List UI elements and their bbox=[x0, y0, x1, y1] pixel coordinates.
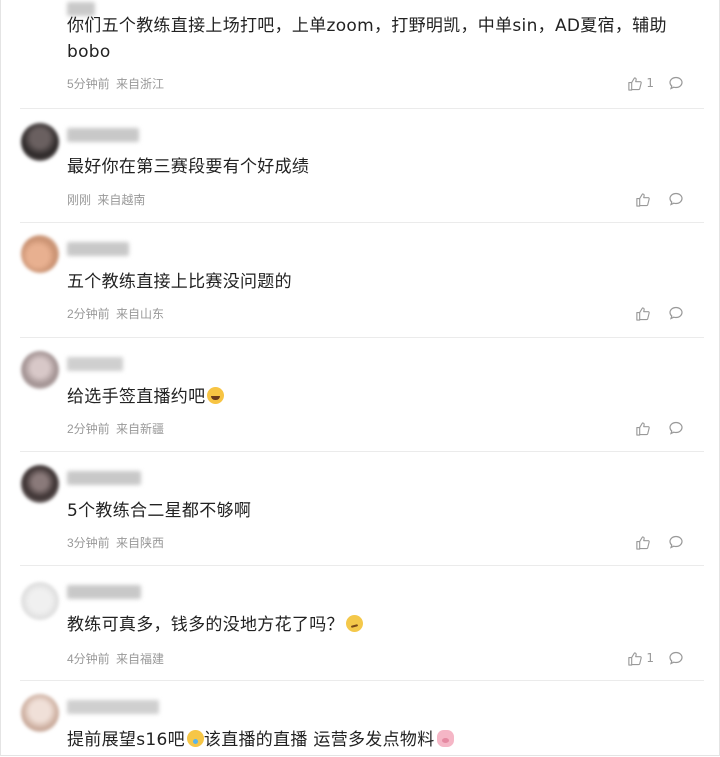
comment-location: 来自福建 bbox=[116, 652, 165, 666]
thumbs-up-icon bbox=[636, 192, 650, 207]
comment-item: 五个教练直接上比赛没问题的 2分钟前 来自山东 bbox=[0, 223, 720, 338]
comment-text-content: 给选手签直播约吧 bbox=[67, 387, 206, 407]
comment-meta: 刚刚 来自越南 bbox=[67, 191, 145, 208]
username-blurred[interactable] bbox=[67, 471, 141, 485]
avatar[interactable] bbox=[21, 123, 59, 161]
comment-text-content: 提前展望s16吧 bbox=[67, 730, 185, 750]
like-button[interactable]: 1 bbox=[627, 75, 654, 91]
comment-item: 给选手签直播约吧 2分钟前 来自新疆 bbox=[0, 338, 720, 452]
laughing-emoji-icon bbox=[207, 387, 225, 404]
comment-location: 来自陕西 bbox=[116, 536, 165, 550]
avatar[interactable] bbox=[21, 351, 59, 389]
username-blurred[interactable] bbox=[67, 700, 159, 714]
comment-meta: 2分钟前 来自山东 bbox=[67, 305, 164, 322]
comment-bubble-icon bbox=[669, 192, 683, 206]
reply-button[interactable] bbox=[668, 305, 684, 321]
reply-button[interactable] bbox=[668, 534, 684, 550]
comment-time: 3分钟前 bbox=[67, 536, 110, 550]
avatar[interactable] bbox=[21, 465, 59, 503]
avatar[interactable] bbox=[21, 582, 59, 620]
username-blurred[interactable] bbox=[67, 357, 123, 371]
comment-text: 最好你在第三赛段要有个好成绩 bbox=[67, 157, 310, 177]
reply-button[interactable] bbox=[668, 75, 684, 91]
reply-button[interactable] bbox=[668, 420, 684, 436]
comment-meta: 3分钟前 来自陕西 bbox=[67, 534, 164, 551]
thumbs-up-icon bbox=[628, 651, 643, 666]
comment-location: 来自新疆 bbox=[116, 422, 165, 436]
comment-text-content: 该直播的直播 运营多发点物料 bbox=[203, 730, 435, 750]
comment-meta: 2分钟前 来自新疆 bbox=[67, 420, 164, 437]
comment-location: 来自浙江 bbox=[116, 77, 165, 91]
drool-emoji-icon bbox=[186, 730, 204, 747]
comment-item: 教练可真多，钱多的没地方花了吗？ 4分钟前 来自福建 1 bbox=[0, 566, 720, 681]
comment-location: 来自山东 bbox=[116, 307, 165, 321]
comment-bubble-icon bbox=[669, 421, 683, 435]
username-blurred[interactable] bbox=[67, 128, 139, 142]
comment-bubble-icon bbox=[669, 535, 683, 549]
pig-emoji-icon bbox=[436, 730, 454, 747]
username-blurred[interactable] bbox=[67, 242, 129, 256]
comment-location: 来自越南 bbox=[97, 193, 146, 207]
comment-text-content: 教练可真多，钱多的没地方花了吗？ bbox=[67, 615, 344, 635]
like-button[interactable] bbox=[635, 420, 654, 436]
reply-button[interactable] bbox=[668, 191, 684, 207]
comment-time: 2分钟前 bbox=[67, 422, 110, 436]
username-blurred[interactable] bbox=[67, 585, 141, 599]
comment-text: 提前展望s16吧 该直播的直播 运营多发点物料 bbox=[67, 727, 690, 753]
thumbs-up-icon bbox=[636, 421, 650, 436]
avatar[interactable] bbox=[21, 694, 59, 732]
like-count: 1 bbox=[646, 651, 654, 665]
comment-meta: 4分钟前 来自福建 bbox=[67, 650, 164, 667]
comment-time: 4分钟前 bbox=[67, 652, 110, 666]
comment-item: 5个教练合二星都不够啊 3分钟前 来自陕西 bbox=[0, 452, 720, 566]
like-button[interactable] bbox=[635, 534, 654, 550]
comment-item: 提前展望s16吧 该直播的直播 运营多发点物料 bbox=[0, 681, 720, 757]
like-count: 1 bbox=[646, 76, 654, 90]
comment-text: 你们五个教练直接上场打吧，上单zoom，打野明凯，中单sin，AD夏宿，辅助bo… bbox=[67, 16, 667, 62]
comment-text: 教练可真多，钱多的没地方花了吗？ bbox=[67, 612, 690, 638]
comment-text: 给选手签直播约吧 bbox=[67, 384, 690, 410]
comment-item: 你们五个教练直接上场打吧，上单zoom，打野明凯，中单sin，AD夏宿，辅助bo… bbox=[0, 0, 720, 109]
comment-bubble-icon bbox=[669, 306, 683, 320]
thumbs-up-icon bbox=[636, 535, 650, 550]
comment-meta: 5分钟前 来自浙江 bbox=[67, 75, 164, 92]
comment-time: 5分钟前 bbox=[67, 77, 110, 91]
thumbs-up-icon bbox=[636, 306, 650, 321]
comment-bubble-icon bbox=[669, 76, 683, 90]
comment-item: 最好你在第三赛段要有个好成绩 刚刚 来自越南 bbox=[0, 109, 720, 223]
avatar[interactable] bbox=[21, 235, 59, 273]
comment-bubble-icon bbox=[669, 651, 683, 665]
like-button[interactable] bbox=[635, 305, 654, 321]
smirk-emoji-icon bbox=[345, 615, 363, 632]
comment-text: 5个教练合二星都不够啊 bbox=[67, 501, 252, 521]
like-button[interactable] bbox=[635, 191, 654, 207]
comment-time: 2分钟前 bbox=[67, 307, 110, 321]
like-button[interactable]: 1 bbox=[627, 650, 654, 666]
comment-time: 刚刚 bbox=[67, 193, 92, 207]
reply-button[interactable] bbox=[668, 650, 684, 666]
comment-text: 五个教练直接上比赛没问题的 bbox=[67, 272, 292, 292]
thumbs-up-icon bbox=[628, 76, 643, 91]
